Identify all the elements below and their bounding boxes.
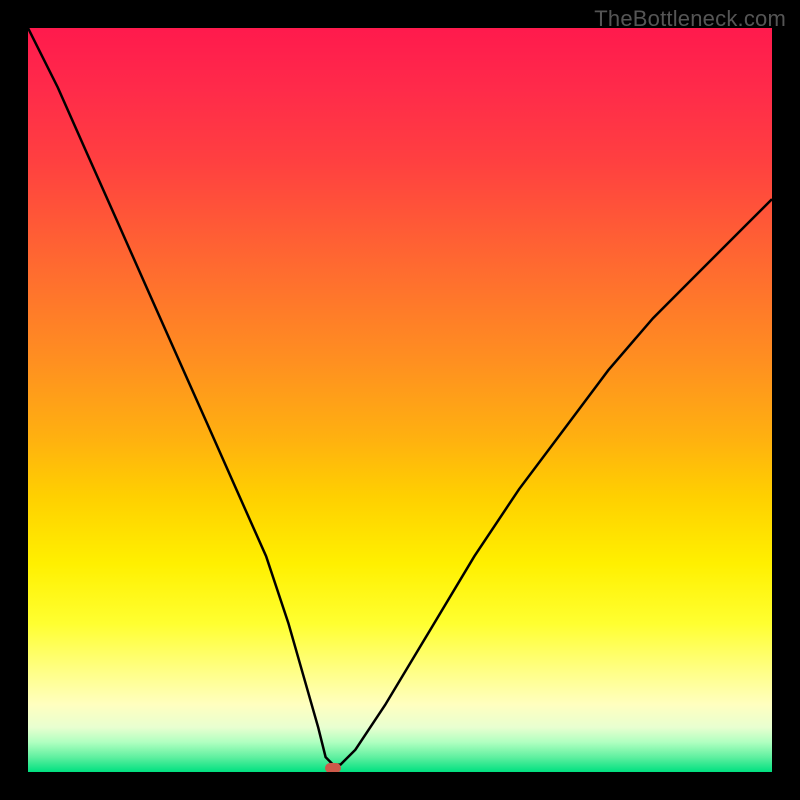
plot-area (28, 28, 772, 772)
chart-frame: TheBottleneck.com (0, 0, 800, 800)
minimum-marker (325, 763, 341, 772)
watermark-text: TheBottleneck.com (594, 6, 786, 32)
bottleneck-curve-path (28, 28, 772, 765)
curve-svg (28, 28, 772, 772)
